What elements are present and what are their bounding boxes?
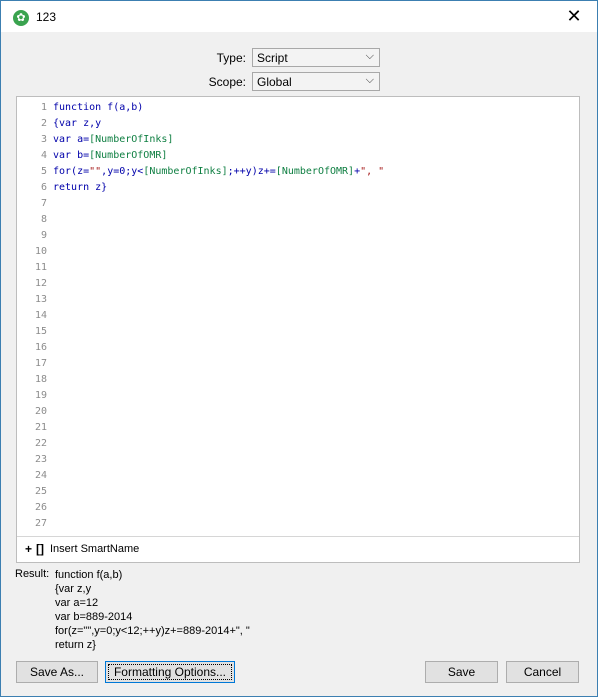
line-number: 25	[34, 486, 47, 497]
close-button[interactable]: ✕	[551, 1, 597, 32]
result-text: function f(a,b) {var z,y var a=12 var b=889…	[55, 568, 250, 652]
title-bar: ✿ 123 ✕	[1, 1, 597, 32]
scope-select[interactable]: Global ⌵	[252, 72, 380, 91]
code-token: [NumberOfInks]	[89, 134, 174, 145]
line-number: 20	[34, 406, 47, 417]
result-line: function f(a,b)	[55, 569, 123, 581]
code-token: var b=	[53, 150, 90, 161]
result-line: {var z,y	[55, 583, 92, 595]
chevron-down-icon: ⌵	[365, 74, 374, 86]
line-number: 24	[34, 470, 47, 481]
line-number-gutter: 1 2 3 4 5 6 7 8 9 10 11 12 13 14 15 16 17 18 19 20 21 22 23 24 2…	[17, 100, 47, 532]
line-number: 5	[40, 166, 47, 177]
code-token: [NumberOfOMR]	[275, 166, 355, 177]
plus-icon[interactable]: +	[25, 542, 32, 556]
type-value: Script	[257, 51, 288, 65]
code-line: function f(a,b)	[53, 100, 384, 116]
line-number: 14	[34, 310, 47, 321]
code-token: var a=	[53, 134, 90, 145]
window-title: 123	[36, 10, 57, 24]
code-token: function f(a,b)	[53, 102, 144, 113]
code-line: return z}	[53, 180, 384, 196]
line-number: 23	[34, 454, 47, 465]
line-number: 4	[40, 150, 47, 161]
insert-smartname-bar[interactable]: + [] Insert SmartName	[17, 536, 579, 562]
code-token: ", "	[360, 166, 385, 177]
line-number: 17	[34, 358, 47, 369]
save-button[interactable]: Save	[425, 661, 498, 683]
type-label: Type:	[216, 51, 246, 65]
line-number: 16	[34, 342, 47, 353]
line-number: 21	[34, 422, 47, 433]
save-as-button[interactable]: Save As...	[16, 661, 98, 683]
code-token: {var z,y	[53, 118, 102, 129]
scope-label: Scope:	[208, 75, 246, 89]
code-token: return z}	[53, 182, 108, 193]
result-line: var b=889-2014	[55, 611, 133, 623]
line-number: 7	[40, 198, 47, 209]
insert-smartname-label[interactable]: Insert SmartName	[50, 543, 139, 555]
code-token: ""	[89, 166, 102, 177]
code-line: var b=[NumberOfOMR]	[53, 148, 384, 164]
type-select[interactable]: Script ⌵	[252, 48, 380, 67]
chevron-down-icon: ⌵	[365, 50, 374, 62]
result-line: for(z="",y=0;y<12;++y)z+=889-2014+", "	[55, 625, 250, 637]
line-number: 27	[34, 518, 47, 529]
code-token: for(z=	[53, 166, 90, 177]
line-number: 18	[34, 374, 47, 385]
line-number: 8	[40, 214, 47, 225]
line-number: 19	[34, 390, 47, 401]
code-token: [NumberOfOMR]	[89, 150, 168, 161]
gear-icon: ✿	[13, 10, 29, 26]
scope-value: Global	[257, 75, 292, 89]
line-number: 1	[40, 102, 47, 113]
formatting-options-label: Formatting Options...	[108, 664, 232, 680]
code-area[interactable]: function f(a,b) {var z,y var a=[NumberOfIn…	[53, 100, 384, 196]
line-number: 3	[40, 134, 47, 145]
code-token: [NumberOfInks]	[143, 166, 228, 177]
dialog-window: ✿ 123 ✕ Type: Script ⌵ Scope: Global ⌵ 1…	[0, 0, 598, 697]
line-number: 2	[40, 118, 47, 129]
brackets-icon: []	[36, 542, 44, 556]
result-label: Result:	[15, 568, 50, 580]
script-editor[interactable]: 1 2 3 4 5 6 7 8 9 10 11 12 13 14 15 16 17 18 19 20 21 22 23 24 2…	[16, 96, 580, 563]
line-number: 11	[34, 262, 47, 273]
code-token: ,y=0;y<	[101, 166, 144, 177]
formatting-options-button[interactable]: Formatting Options...	[105, 661, 235, 683]
code-token: ;++y)z+=	[227, 166, 276, 177]
line-number: 15	[34, 326, 47, 337]
line-number: 22	[34, 438, 47, 449]
line-number: 12	[34, 278, 47, 289]
result-line: var a=12	[55, 597, 99, 609]
line-number: 10	[34, 246, 47, 257]
code-line: var a=[NumberOfInks]	[53, 132, 384, 148]
result-line: return z}	[55, 639, 96, 651]
cancel-button[interactable]: Cancel	[506, 661, 579, 683]
line-number: 9	[40, 230, 47, 241]
line-number: 13	[34, 294, 47, 305]
code-line: {var z,y	[53, 116, 384, 132]
line-number: 6	[40, 182, 47, 193]
code-line: for(z="",y=0;y<[NumberOfInks];++y)z+=[Nu…	[53, 164, 384, 180]
line-number: 26	[34, 502, 47, 513]
